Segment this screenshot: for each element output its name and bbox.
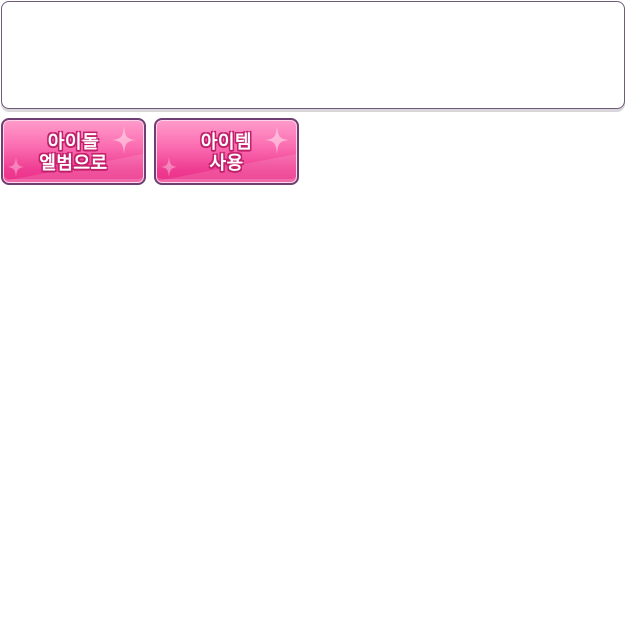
message-box <box>1 1 625 109</box>
use-item-label-line1: 아이템 <box>200 132 253 153</box>
idol-album-label-line2: 엘범으로 <box>39 153 108 174</box>
idol-album-button-label: 아이돌 엘범으로 <box>3 132 144 174</box>
idol-album-button[interactable]: 아이돌 엘범으로 <box>1 118 146 185</box>
use-item-button-label: 아이템 사용 <box>156 132 297 174</box>
use-item-button[interactable]: 아이템 사용 <box>154 118 299 185</box>
idol-album-label-line1: 아이돌 <box>47 132 100 153</box>
use-item-label-line2: 사용 <box>209 153 244 174</box>
